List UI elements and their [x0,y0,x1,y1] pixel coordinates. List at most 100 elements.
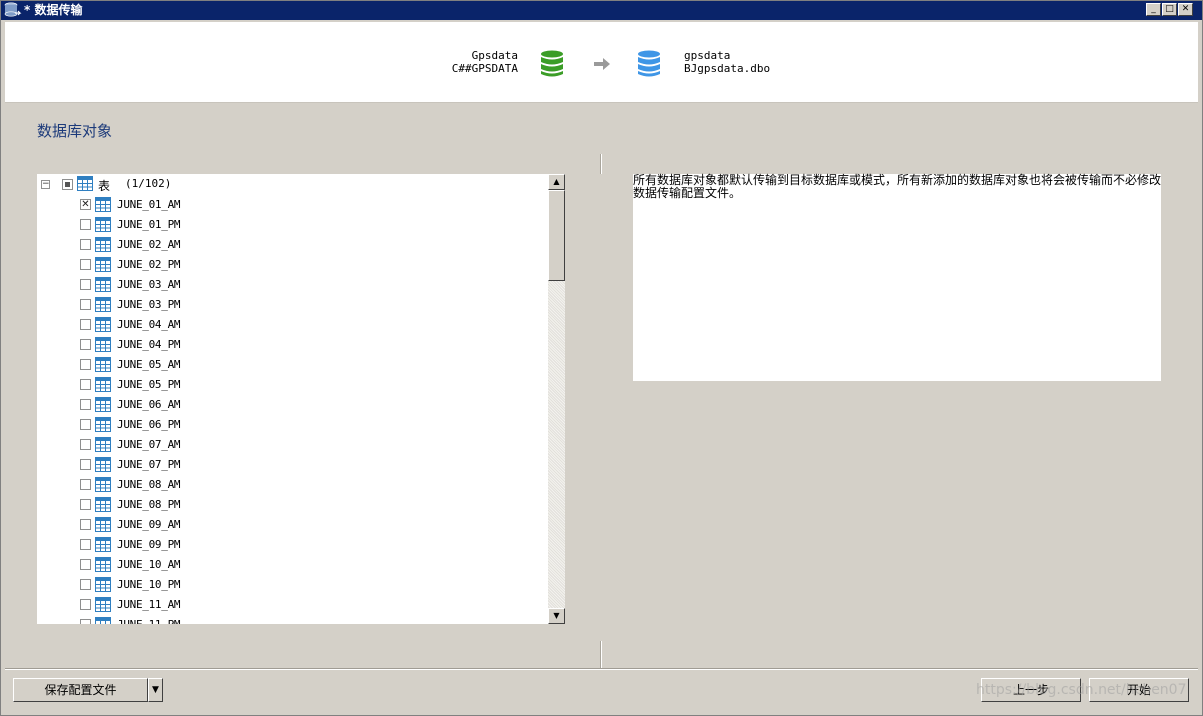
tree-item-row[interactable]: JUNE_08_AM [37,474,537,494]
tree-item-row[interactable]: JUNE_03_AM [37,274,537,294]
tree-item-row[interactable]: JUNE_05_PM [37,374,537,394]
divider [600,641,602,668]
save-profile-dropdown-icon[interactable]: ▼ [148,678,163,702]
table-icon [95,317,111,332]
table-icon [95,557,111,572]
table-icon [95,397,111,412]
transfer-header: Gpsdata C##GPSDATA gpsdata BJgpsdata.dbo [5,22,1198,103]
table-icon [95,477,111,492]
close-button[interactable]: ✕ [1178,3,1193,16]
tree-item-row[interactable]: JUNE_07_PM [37,454,537,474]
object-tree[interactable]: − 表 (1/102) ✕ JUNE_01_AM JUNE_01_PM JUNE_02… [37,174,565,624]
tree-item-row[interactable]: JUNE_07_AM [37,434,537,454]
tree-item-checkbox[interactable] [80,579,91,590]
tree-item-label: JUNE_09_PM [117,538,181,551]
tree-item-checkbox[interactable] [80,519,91,530]
tree-item-label: JUNE_08_PM [117,498,181,511]
tree-item-checkbox[interactable] [80,599,91,610]
table-icon [95,217,111,232]
tree-item-row[interactable]: JUNE_01_PM [37,214,537,234]
tree-root-row[interactable]: − 表 (1/102) [37,174,537,194]
tree-item-checkbox[interactable] [80,379,91,390]
footer-separator [5,668,1198,670]
tree-item-checkbox[interactable] [80,259,91,270]
table-icon [95,517,111,532]
arrow-right-icon [594,58,610,70]
scroll-down-arrow-icon[interactable]: ▼ [548,608,565,624]
tree-item-checkbox[interactable]: ✕ [80,199,91,210]
tree-item-row[interactable]: JUNE_08_PM [37,494,537,514]
tree-item-row[interactable]: JUNE_10_AM [37,554,537,574]
tree-item-checkbox[interactable] [80,479,91,490]
tree-item-label: JUNE_10_PM [117,578,181,591]
tree-item-row[interactable]: JUNE_05_AM [37,354,537,374]
scroll-thumb[interactable] [548,190,565,281]
tree-item-row[interactable]: JUNE_02_AM [37,234,537,254]
tree-item-checkbox[interactable] [80,299,91,310]
table-icon [95,537,111,552]
tree-item-label: JUNE_03_PM [117,298,181,311]
minimize-button[interactable]: _ [1146,3,1161,16]
tree-item-label: JUNE_01_AM [117,198,181,211]
tree-item-checkbox[interactable] [80,399,91,410]
divider [600,154,602,174]
collapse-toggle-icon[interactable]: − [41,180,50,189]
table-icon [95,277,111,292]
tree-item-row[interactable]: JUNE_02_PM [37,254,537,274]
tree-item-label: JUNE_06_AM [117,398,181,411]
scroll-up-arrow-icon[interactable]: ▲ [548,174,565,190]
source-schema: C##GPSDATA [451,62,518,75]
tree-item-checkbox[interactable] [80,319,91,330]
tree-item-checkbox[interactable] [80,619,91,624]
tree-item-checkbox[interactable] [80,499,91,510]
table-icon [95,197,111,212]
description-panel: 所有数据库对象都默认传输到目标数据库或模式，所有新添加的数据库对象也将会被传输而… [633,174,1161,381]
tree-item-label: JUNE_10_AM [117,558,181,571]
tree-item-row[interactable]: JUNE_06_AM [37,394,537,414]
table-icon [95,577,111,592]
tree-item-checkbox[interactable] [80,219,91,230]
tree-item-row[interactable]: JUNE_03_PM [37,294,537,314]
target-database-icon [638,50,660,77]
tree-item-label: JUNE_02_AM [117,238,181,251]
app-database-icon [4,2,22,17]
tree-item-checkbox[interactable] [80,559,91,570]
save-profile-button[interactable]: 保存配置文件 [13,678,148,702]
maximize-button[interactable]: □ [1162,3,1177,16]
table-icon [95,237,111,252]
tree-item-checkbox[interactable] [80,539,91,550]
tree-item-checkbox[interactable] [80,339,91,350]
tree-item-row[interactable]: JUNE_10_PM [37,574,537,594]
tree-root-count: (1/102) [125,177,172,190]
table-icon [95,597,111,612]
start-button[interactable]: 开始 [1089,678,1189,702]
tree-item-checkbox[interactable] [80,459,91,470]
tree-item-row[interactable]: JUNE_04_AM [37,314,537,334]
tree-item-label: JUNE_06_PM [117,418,181,431]
tree-item-row[interactable]: JUNE_09_PM [37,534,537,554]
tree-item-checkbox[interactable] [80,239,91,250]
tree-item-row[interactable]: JUNE_06_PM [37,414,537,434]
tree-item-checkbox[interactable] [80,439,91,450]
tree-item-row[interactable]: ✕ JUNE_01_AM [37,194,537,214]
tree-item-label: JUNE_05_PM [117,378,181,391]
tree-scrollbar[interactable]: ▲ ▼ [548,174,565,624]
table-icon [95,297,111,312]
tree-root-label: 表 [98,179,111,193]
tree-item-label: JUNE_04_PM [117,338,181,351]
table-icon [95,257,111,272]
tree-item-checkbox[interactable] [80,359,91,370]
tree-item-row[interactable]: JUNE_04_PM [37,334,537,354]
tree-item-label: JUNE_05_AM [117,358,181,371]
tree-item-label: JUNE_03_AM [117,278,181,291]
table-icon [95,417,111,432]
previous-button[interactable]: 上一步 [981,678,1081,702]
tree-item-row[interactable]: JUNE_11_AM [37,594,537,614]
tree-item-checkbox[interactable] [80,279,91,290]
table-icon [95,497,111,512]
tree-item-checkbox[interactable] [80,419,91,430]
tree-item-row[interactable]: JUNE_11_PM [37,614,537,624]
tree-item-row[interactable]: JUNE_09_AM [37,514,537,534]
title-bar: * 数据传输 _ □ ✕ [0,0,1203,20]
root-tristate-checkbox[interactable] [62,179,73,190]
